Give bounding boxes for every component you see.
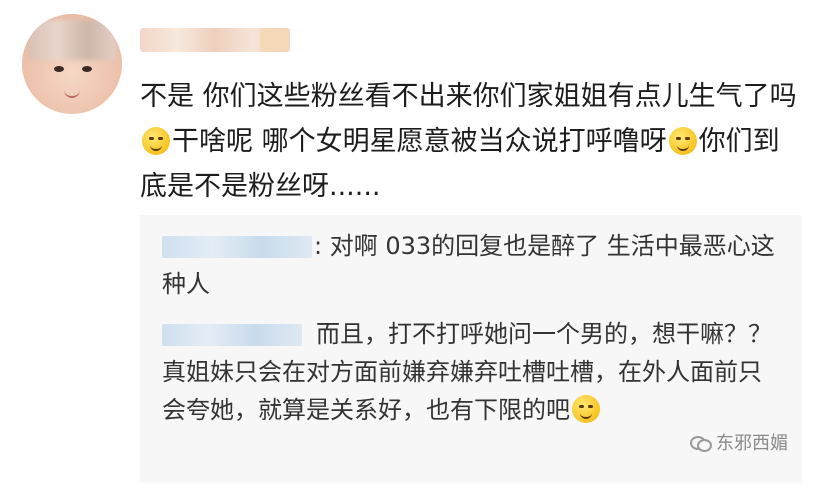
avatar-eye bbox=[54, 66, 64, 72]
user-badge-blurred bbox=[260, 28, 288, 52]
wechat-icon bbox=[690, 434, 712, 452]
comment-text-part2: 干啥呢 哪个女明星愿意被当众说打呼噜呀 bbox=[172, 126, 667, 157]
avatar[interactable] bbox=[22, 14, 122, 114]
watermark: 东邪西媚 bbox=[690, 429, 788, 455]
comment-text-part1: 不是 你们这些粉丝看不出来你们家姐姐有点儿生气了吗 bbox=[140, 81, 797, 112]
sweat-face-emoji-icon bbox=[142, 127, 170, 155]
reply-username-blurred[interactable] bbox=[162, 236, 312, 258]
watermark-label: 东邪西媚 bbox=[716, 433, 788, 454]
grin-sweat-emoji-icon bbox=[572, 395, 600, 423]
avatar-eye bbox=[82, 66, 92, 72]
grin-sweat-emoji-icon bbox=[668, 127, 697, 155]
reply-item[interactable]: 而且，打不打呼她问一个男的，想干嘛？？真姐妹只会在对方面前嫌弃嫌弃吐槽吐槽，在外… bbox=[162, 315, 782, 429]
reply-section: : 对啊 033的回复也是醉了 生活中最恶心这种人 而且，打不打呼她问一个男的，… bbox=[140, 215, 802, 483]
comment-text: 不是 你们这些粉丝看不出来你们家姐姐有点儿生气了吗干啥呢 哪个女明星愿意被当众说… bbox=[140, 74, 800, 209]
reply-username-blurred[interactable] bbox=[162, 324, 302, 346]
reply-item[interactable]: : 对啊 033的回复也是醉了 生活中最恶心这种人 bbox=[162, 227, 782, 303]
avatar-blur bbox=[28, 20, 116, 60]
avatar-mouth bbox=[64, 90, 80, 98]
